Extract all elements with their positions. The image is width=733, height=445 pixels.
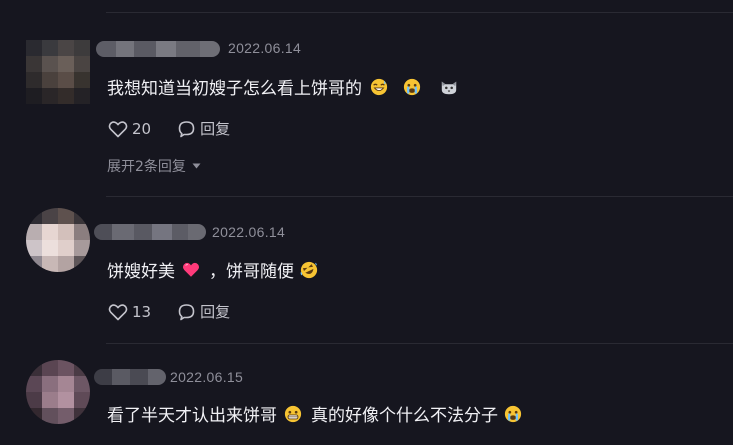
comment-text-part1: 饼嫂好美 [107,262,175,282]
caret-down-icon [192,163,201,169]
username-blurred[interactable] [94,224,206,240]
comment-text-part2: ，饼哥随便 [209,262,294,282]
like-button[interactable]: 13 [108,303,151,321]
crying-face-icon [504,405,522,422]
comment-text: 我想知道当初嫂子怎么看上饼哥的 [107,74,463,99]
chat-bubble-icon [178,303,195,320]
cat-face-icon [441,81,457,94]
grimacing-face-icon [284,405,302,422]
heart-outline-icon [108,120,128,137]
avatar[interactable] [26,208,90,272]
reply-label: 回复 [200,120,231,138]
username-blurred[interactable] [94,369,166,385]
divider [106,196,733,197]
grinning-sweat-face-icon [370,78,388,95]
reply-button[interactable]: 回复 [177,118,230,139]
reply-button[interactable]: 回复 [177,301,230,322]
comment-date: 2022.06.14 [212,224,286,240]
comment-actions: 13 回复 [108,301,230,322]
comment-actions: 20 回复 [108,118,230,139]
comment-text: 看了半天才认出来饼哥 真的好像个什么不法分子 [107,401,527,426]
reply-label: 回复 [200,303,231,321]
comment-feed: 2022.06.14 我想知道当初嫂子怎么看上饼哥的 20 回复 展开2条回复 … [0,0,733,445]
divider [106,12,733,13]
divider [106,343,733,344]
comment-text-body: 我想知道当初嫂子怎么看上饼哥的 [107,79,362,99]
avatar[interactable] [26,360,90,424]
comment-text-part2: 真的好像个什么不法分子 [311,406,498,426]
heart-outline-icon [108,303,128,320]
comment-text-part1: 看了半天才认出来饼哥 [107,406,277,426]
rolling-laughing-face-icon [300,261,318,278]
like-count: 13 [132,302,152,321]
comment-text: 饼嫂好美 ，饼哥随便 [107,257,323,282]
chat-bubble-icon [178,120,195,137]
like-button[interactable]: 20 [108,120,151,138]
comment-date: 2022.06.14 [228,40,302,56]
pink-heart-icon [183,262,199,277]
username-blurred[interactable] [96,41,220,57]
crying-face-icon [403,78,421,95]
avatar[interactable] [26,40,90,104]
comment-date: 2022.06.15 [170,369,244,385]
expand-replies-button[interactable]: 展开2条回复 [107,156,201,176]
expand-replies-label: 展开2条回复 [107,159,186,175]
like-count: 20 [132,119,152,138]
